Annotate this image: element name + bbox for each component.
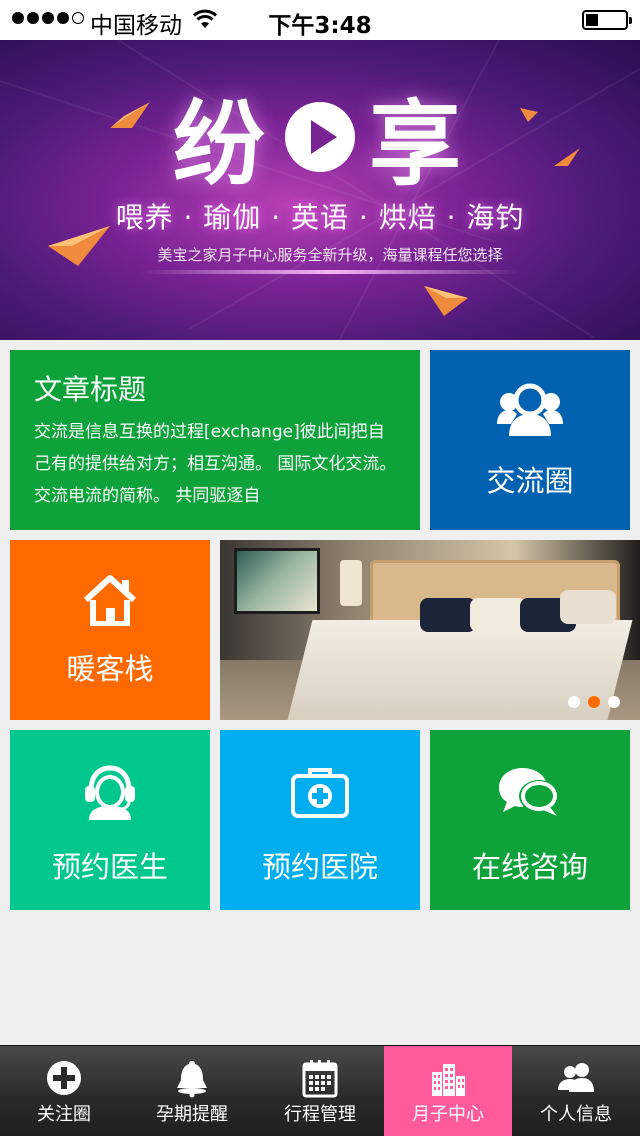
carousel-dot-active[interactable] xyxy=(588,696,600,708)
book-hospital-label: 预约医院 xyxy=(261,850,378,884)
play-icon xyxy=(285,101,355,172)
tab-label: 关注圈 xyxy=(37,1104,91,1125)
buildings-icon xyxy=(432,1064,465,1096)
logo-char-left: 纷 xyxy=(172,91,271,198)
app-screen: 中国移动 下午3:48 纷 享 喂养 · 瑜伽 · 英语 · 烘焙 · 海钓 美… xyxy=(0,0,640,1136)
tab-schedule[interactable]: 行程管理 xyxy=(256,1046,384,1136)
people-circle-icon xyxy=(497,383,563,436)
article-body: 交流是信息互换的过程[exchange]彼此间把自己有的提供给对方；相互沟通。 … xyxy=(34,422,397,506)
article-title: 文章标题 xyxy=(34,373,147,406)
lamp xyxy=(340,560,362,606)
carousel-dot[interactable] xyxy=(568,696,580,708)
exchange-circle-tile[interactable]: 交流圈 xyxy=(430,350,630,530)
online-consult-tile[interactable]: 在线咨询 xyxy=(430,730,630,910)
tab-label: 个人信息 xyxy=(540,1104,612,1125)
banner-subtitle: 喂养 · 瑜伽 · 英语 · 烘焙 · 海钓 xyxy=(115,201,525,234)
status-bar: 中国移动 下午3:48 xyxy=(0,0,640,40)
tab-label: 行程管理 xyxy=(284,1104,356,1125)
bottom-tab-bar: 关注圈 孕期提醒 行程管理 月子中心 个人信息 xyxy=(0,1045,640,1136)
article-tile[interactable]: 文章标题 交流是信息互换的过程[exchange]彼此间把自己有的提供给对方；相… xyxy=(10,350,420,530)
room-photo-carousel[interactable] xyxy=(220,540,640,720)
carousel-dot[interactable] xyxy=(608,696,620,708)
calendar-icon xyxy=(302,1060,338,1098)
tab-label: 月子中心 xyxy=(412,1104,484,1125)
paper-plane-decoration xyxy=(424,286,468,316)
chat-bubbles-icon xyxy=(499,768,559,816)
house-icon xyxy=(83,575,137,626)
tab-label: 孕期提醒 xyxy=(156,1104,228,1125)
banner-tagline: 美宝之家月子中心服务全新升级，海量课程任您选择 xyxy=(157,246,503,264)
promo-banner[interactable]: 纷 享 喂养 · 瑜伽 · 英语 · 烘焙 · 海钓 美宝之家月子中心服务全新升… xyxy=(0,40,640,340)
warm-inn-tile[interactable]: 暖客栈 xyxy=(10,540,210,720)
logo-char-right: 享 xyxy=(369,91,468,198)
book-doctor-tile[interactable]: 预约医生 xyxy=(10,730,210,910)
medical-kit-icon xyxy=(291,768,349,818)
plus-circle-icon xyxy=(47,1061,81,1095)
battery-icon xyxy=(582,10,632,30)
online-consult-label: 在线咨询 xyxy=(471,850,588,884)
tab-personal-info[interactable]: 个人信息 xyxy=(512,1046,640,1136)
headset-doctor-icon xyxy=(85,765,135,820)
bell-icon xyxy=(177,1061,207,1098)
users-icon xyxy=(558,1063,594,1092)
tab-follow-circle[interactable]: 关注圈 xyxy=(0,1046,128,1136)
tab-confinement-center[interactable]: 月子中心 xyxy=(384,1046,512,1136)
tab-pregnancy-reminder[interactable]: 孕期提醒 xyxy=(128,1046,256,1136)
wall-painting xyxy=(234,548,320,614)
status-time: 下午3:48 xyxy=(268,13,372,39)
banner-glow-line xyxy=(140,270,520,274)
book-doctor-label: 预约医生 xyxy=(51,850,168,884)
warm-inn-label: 暖客栈 xyxy=(66,652,154,686)
exchange-circle-label: 交流圈 xyxy=(486,464,574,498)
banner-logo: 纷 享 xyxy=(0,70,640,203)
carousel-indicator xyxy=(568,696,620,708)
book-hospital-tile[interactable]: 预约医院 xyxy=(220,730,420,910)
